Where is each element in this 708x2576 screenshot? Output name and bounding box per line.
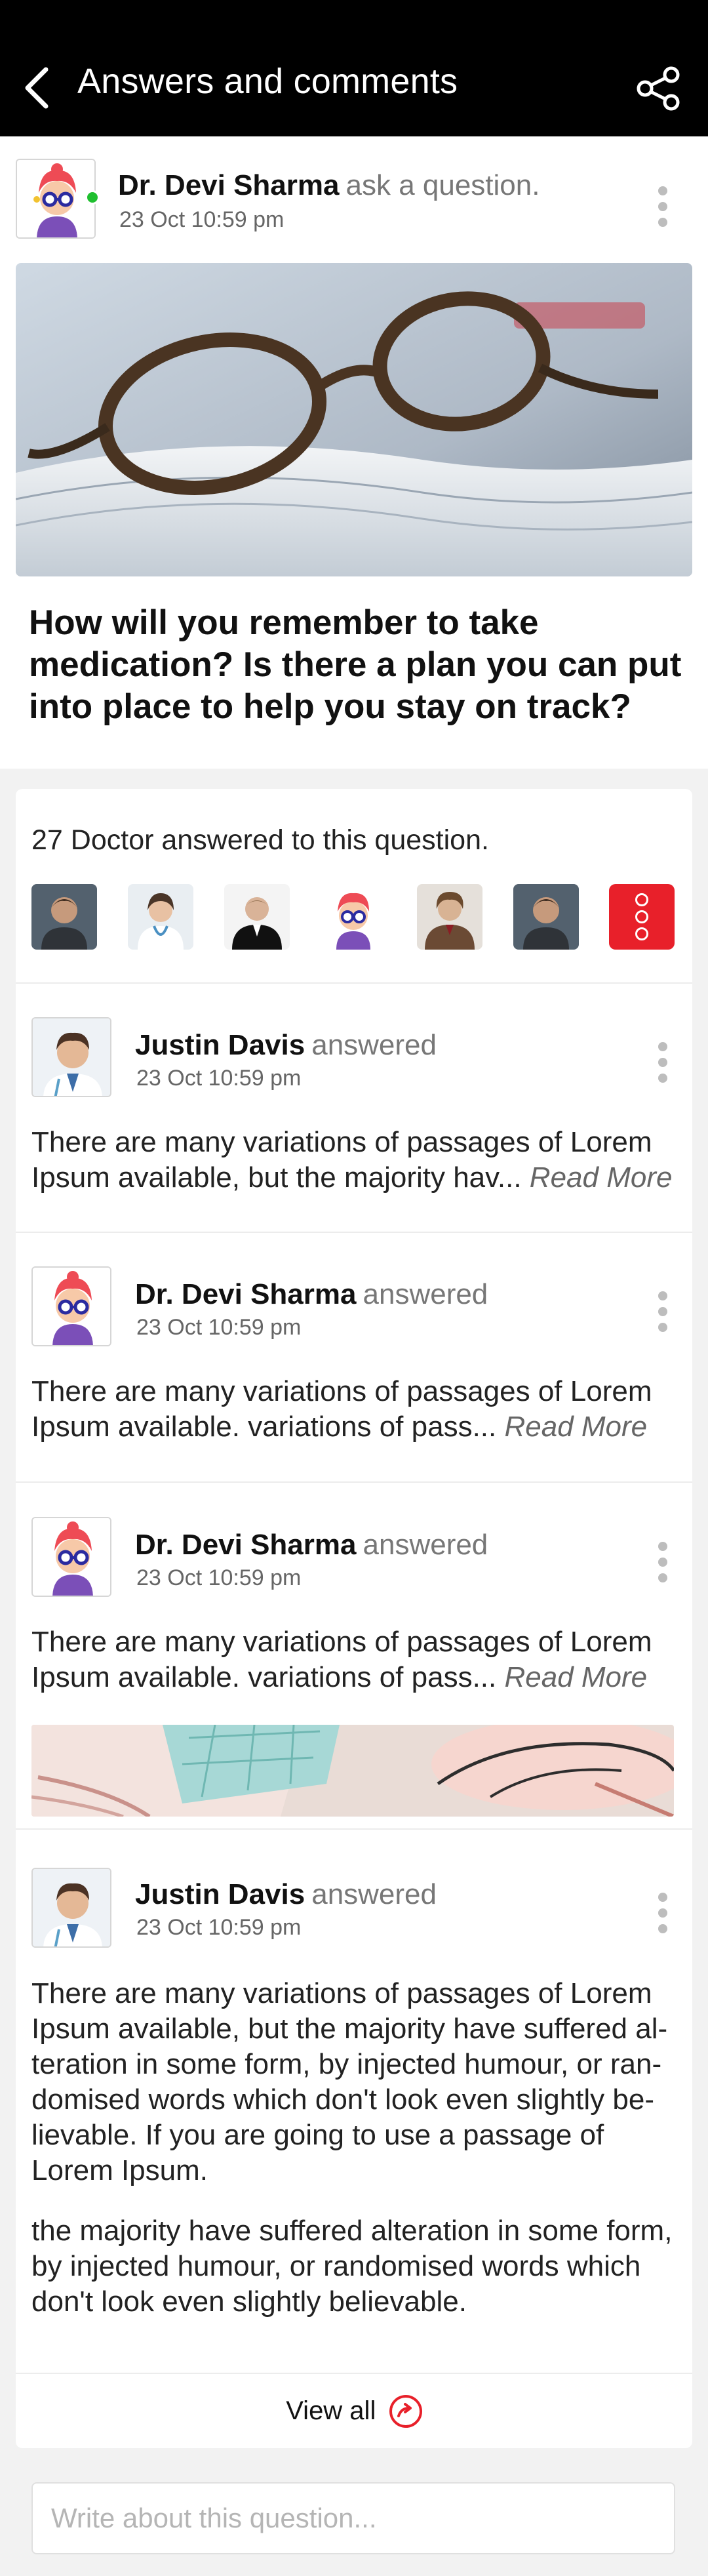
- view-all-button[interactable]: View all: [16, 2374, 692, 2448]
- answer-text: There are many variations of passages of…: [31, 1626, 652, 1693]
- doctor-avatar[interactable]: [128, 884, 193, 950]
- answer-author[interactable]: Dr. Devi Sharma answered: [135, 1529, 488, 1561]
- more-options-button[interactable]: [653, 1042, 673, 1088]
- doctor-avatar[interactable]: [321, 884, 386, 950]
- view-all-label: View all: [286, 2396, 376, 2425]
- answer-date: 23 Oct 10:59 pm: [136, 1565, 302, 1590]
- answer-text: There are many variations of passages of…: [31, 1375, 652, 1443]
- answer-date: 23 Oct 10:59 pm: [136, 1066, 302, 1091]
- answer-date: 23 Oct 10:59 pm: [136, 1315, 302, 1340]
- doctor-avatar[interactable]: [31, 884, 97, 950]
- answers-card: 27 Doctor answered to this question. Jus…: [16, 789, 692, 2448]
- avatar[interactable]: [31, 1266, 111, 1346]
- more-options-button[interactable]: [653, 1291, 673, 1337]
- compose-bar: [0, 2471, 708, 2576]
- post-date: 23 Oct 10:59 pm: [119, 207, 285, 232]
- read-more-link[interactable]: Read More: [504, 1411, 647, 1443]
- post-author[interactable]: Dr. Devi Sharma ask a question.: [118, 169, 540, 202]
- online-status-dot: [85, 190, 100, 205]
- answer-text: There are many variations of passages of…: [31, 1977, 668, 2186]
- share-button[interactable]: [635, 66, 682, 111]
- back-button[interactable]: [18, 62, 58, 114]
- divider: [16, 1828, 692, 1830]
- question-text: How will you remember to take medication…: [29, 603, 682, 726]
- avatar[interactable]: [31, 1017, 111, 1097]
- answer-author[interactable]: Justin Davis answered: [135, 1878, 437, 1911]
- doctor-avatar[interactable]: [417, 884, 482, 950]
- divider: [16, 982, 692, 984]
- more-options-button[interactable]: [653, 1893, 673, 1939]
- more-options-button[interactable]: [653, 186, 673, 232]
- divider: [16, 1481, 692, 1483]
- post-action: ask a question.: [345, 169, 540, 201]
- avatar[interactable]: [31, 1517, 111, 1597]
- read-more-link[interactable]: Read More: [530, 1161, 673, 1194]
- answer-image-interior[interactable]: [31, 1725, 674, 1817]
- answer-text: There are many variations of passages of…: [31, 1126, 673, 1194]
- divider: [16, 1232, 692, 1233]
- post-image-glasses[interactable]: [16, 263, 692, 576]
- answer-author[interactable]: Justin Davis answered: [135, 1029, 437, 1062]
- more-doctors-button[interactable]: [609, 884, 675, 950]
- avatar[interactable]: [31, 1868, 111, 1948]
- read-more-link[interactable]: Read More: [504, 1661, 647, 1693]
- question-post: Dr. Devi Sharma ask a question. 23 Oct 10…: [0, 136, 708, 769]
- chevron-left-icon: [25, 67, 49, 109]
- comment-input[interactable]: [31, 2482, 675, 2554]
- app-header: Answers and comments: [0, 0, 708, 136]
- page-title: Answers and comments: [77, 62, 458, 101]
- doctor-avatar[interactable]: [513, 884, 579, 950]
- avatar[interactable]: [16, 159, 96, 239]
- answer-count: 27 Doctor answered to this question.: [31, 824, 489, 856]
- answer-text: the majority have suffered alteration in…: [31, 2215, 673, 2318]
- answer-date: 23 Oct 10:59 pm: [136, 1915, 302, 1940]
- answer-author[interactable]: Dr. Devi Sharma answered: [135, 1278, 488, 1311]
- forward-arrow-icon: [389, 2394, 422, 2428]
- more-options-button[interactable]: [653, 1542, 673, 1588]
- share-icon: [637, 66, 680, 111]
- doctor-avatar[interactable]: [224, 884, 290, 950]
